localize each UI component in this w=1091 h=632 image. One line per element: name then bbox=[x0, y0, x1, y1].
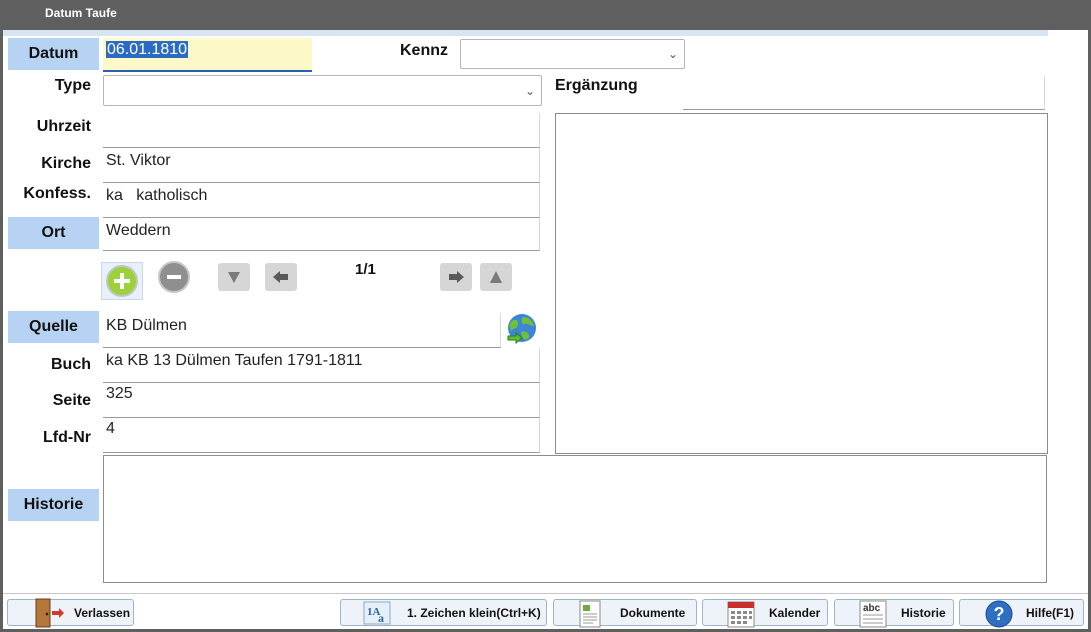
svg-text:abc: abc bbox=[863, 603, 881, 614]
historie-label: Historie bbox=[8, 489, 99, 521]
history-button[interactable]: abc Historie bbox=[834, 599, 954, 628]
arrow-down-icon bbox=[228, 272, 240, 283]
kirche-label: Kirche bbox=[41, 155, 91, 172]
ort-label: Ort bbox=[8, 217, 99, 249]
arrow-right-icon bbox=[449, 271, 464, 283]
kirche-input[interactable]: St. Viktor bbox=[103, 148, 540, 183]
window-title: Datum Taufe bbox=[45, 6, 117, 20]
uhrzeit-label: Uhrzeit bbox=[36, 118, 91, 135]
documents-button[interactable]: Dokumente bbox=[553, 599, 697, 628]
move-up-button[interactable] bbox=[480, 263, 512, 291]
open-source-button[interactable] bbox=[505, 312, 539, 346]
quelle-label: Quelle bbox=[8, 311, 99, 343]
konfess-input[interactable]: ka katholisch bbox=[103, 183, 540, 218]
title-bar: Datum Taufe bbox=[0, 0, 1091, 30]
door-exit-icon bbox=[35, 598, 64, 628]
top-strip bbox=[3, 30, 1048, 36]
type-label: Type bbox=[54, 77, 91, 94]
form-area: Datum 06.01.1810 Kennz ⌄ Type ⌄ Ergänzun… bbox=[3, 30, 1088, 629]
record-counter: 1/1 bbox=[355, 261, 376, 278]
documents-label: Dokumente bbox=[620, 606, 686, 620]
buch-label: Buch bbox=[51, 356, 91, 373]
minus-circle-icon bbox=[167, 275, 181, 279]
text-document-icon: abc bbox=[859, 600, 887, 628]
previous-button[interactable] bbox=[265, 263, 297, 291]
datum-label: Datum bbox=[8, 38, 99, 70]
globe-icon bbox=[507, 314, 536, 345]
historie-memo[interactable] bbox=[103, 455, 1047, 583]
calendar-icon bbox=[727, 601, 755, 628]
chevron-down-icon: ⌄ bbox=[524, 83, 535, 98]
chevron-down-icon: ⌄ bbox=[667, 47, 678, 61]
svg-text:?: ? bbox=[994, 604, 1005, 624]
kennz-label: Kennz bbox=[400, 42, 448, 59]
notes-memo[interactable] bbox=[555, 113, 1048, 454]
ergaenzung-label: Ergänzung bbox=[555, 77, 638, 94]
seite-input[interactable]: 325 bbox=[103, 383, 540, 418]
lfdnr-label: Lfd-Nr bbox=[43, 429, 91, 446]
font-case-icon: 1A a bbox=[363, 601, 391, 625]
add-button[interactable] bbox=[101, 262, 143, 300]
buch-input[interactable]: ka KB 13 Dülmen Taufen 1791-1811 bbox=[103, 348, 540, 383]
konfess-label: Konfess. bbox=[23, 185, 91, 202]
calendar-button[interactable]: Kalender bbox=[702, 599, 828, 628]
ergaenzung-input[interactable] bbox=[683, 76, 1045, 110]
exit-label: Verlassen bbox=[74, 606, 131, 620]
lowercase-first-label: 1. Zeichen klein(Ctrl+K) bbox=[407, 606, 541, 620]
svg-text:a: a bbox=[378, 611, 384, 625]
lfdnr-input[interactable]: 4 bbox=[103, 418, 540, 453]
seite-label: Seite bbox=[52, 392, 91, 409]
bottom-toolbar: Verlassen 1A a 1. Zeichen klein(Ctrl+K) … bbox=[3, 593, 1088, 629]
uhrzeit-input[interactable] bbox=[103, 113, 540, 148]
history-label: Historie bbox=[901, 606, 946, 620]
document-icon bbox=[579, 600, 601, 628]
plus-circle-icon bbox=[106, 265, 138, 297]
calendar-label: Kalender bbox=[769, 606, 821, 620]
exit-button[interactable]: Verlassen bbox=[7, 598, 134, 628]
kennz-select[interactable]: ⌄ bbox=[460, 39, 685, 69]
arrow-left-icon bbox=[273, 271, 288, 283]
move-down-button[interactable] bbox=[218, 263, 250, 291]
lowercase-first-button[interactable]: 1A a 1. Zeichen klein(Ctrl+K) bbox=[340, 599, 547, 626]
help-icon: ? bbox=[985, 600, 1013, 628]
datum-value: 06.01.1810 bbox=[106, 41, 189, 58]
next-button[interactable] bbox=[440, 263, 472, 291]
remove-button[interactable] bbox=[158, 261, 190, 293]
type-select[interactable]: ⌄ bbox=[103, 75, 542, 106]
quelle-input[interactable]: KB Dülmen bbox=[103, 313, 501, 348]
help-label: Hilfe(F1) bbox=[1026, 606, 1074, 620]
datum-input[interactable]: 06.01.1810 bbox=[103, 38, 312, 72]
arrow-up-icon bbox=[490, 271, 502, 283]
help-button[interactable]: ? Hilfe(F1) bbox=[959, 599, 1084, 628]
ort-input[interactable]: Weddern bbox=[103, 218, 540, 251]
